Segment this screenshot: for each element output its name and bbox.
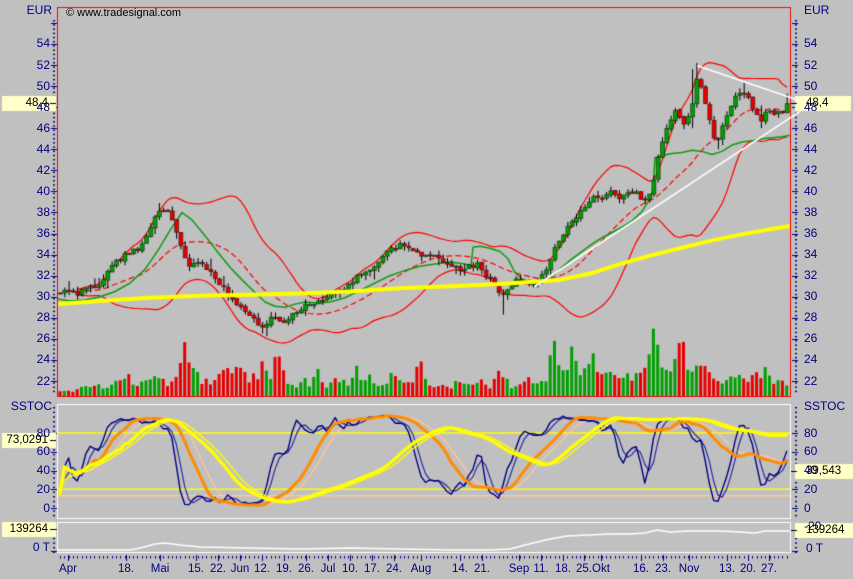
price-tick-label-left: 36 (0, 227, 50, 240)
sstoc-tick-label-right: 60 (804, 445, 817, 458)
volume-value-left: 139264 (2, 522, 48, 536)
price-tick-label-right: 42 (804, 164, 817, 177)
x-axis-label: 14. (452, 563, 468, 575)
price-tick-label-left: 32 (0, 269, 50, 282)
volume-zero-label-left: 0 T (0, 541, 50, 554)
x-axis-label: 12. (254, 563, 270, 575)
price-tick-label-right: 28 (804, 311, 817, 324)
sstoc-right-value: 39,543 (806, 464, 841, 478)
x-axis-label: 18. (118, 563, 134, 575)
price-tick-label-left: 50 (0, 80, 50, 93)
sstoc-tick-label-right: 20 (804, 483, 817, 496)
sstoc-tick-label-right: 0 (804, 502, 811, 515)
x-axis-label: 18. (555, 563, 571, 575)
price-tick-label-right: 50 (804, 80, 817, 93)
price-tick-label-right: 30 (804, 290, 817, 303)
price-tick-label-right: 40 (804, 185, 817, 198)
x-axis-label: 13. (719, 563, 735, 575)
x-axis-label: 21. (474, 563, 490, 575)
price-last-value-right: 48,4 (806, 96, 828, 110)
price-tick-label-left: 38 (0, 206, 50, 219)
price-tick-label-right: 26 (804, 332, 817, 345)
price-tick-label-right: 52 (804, 59, 817, 72)
x-axis-label: 16. (633, 563, 649, 575)
volume-zero-label-right: 0 T (806, 542, 823, 555)
x-axis-label: 19. (276, 563, 292, 575)
price-tick-label-left: 40 (0, 185, 50, 198)
sstoc-left-title: SSTOC (0, 399, 52, 413)
price-tick-label-right: 36 (804, 227, 817, 240)
price-tick-label-right: 32 (804, 269, 817, 282)
x-axis-label: 20. (740, 563, 756, 575)
x-axis-label: Nov (679, 563, 699, 575)
price-tick-label-right: 46 (804, 122, 817, 135)
price-tick-label-right: 22 (804, 375, 817, 388)
price-tick-label-right: 34 (804, 248, 817, 261)
x-axis-label: Jun (231, 563, 250, 575)
x-axis-label: 27. (761, 563, 777, 575)
price-last-value-left: 48,4 (2, 96, 48, 110)
price-panel[interactable] (57, 7, 791, 397)
x-axis-label: 25. (576, 563, 592, 575)
sstoc-panel[interactable] (57, 404, 791, 519)
x-axis-label: Sep (509, 563, 529, 575)
price-tick-label-left: 52 (0, 59, 50, 72)
sstoc-tick-label-left: 20 (0, 483, 50, 496)
x-axis-label: Jul (321, 563, 336, 575)
sstoc-right-title: SSTOC (804, 399, 845, 413)
right-axis-title: EUR (804, 3, 829, 17)
price-tick-label-left: 44 (0, 143, 50, 156)
price-tick-label-left: 54 (0, 37, 50, 50)
x-axis-label: 11. (533, 563, 548, 575)
price-tick-label-right: 54 (804, 37, 817, 50)
price-tick-label-left: 22 (0, 375, 50, 388)
x-axis-label: Okt (592, 563, 610, 575)
x-axis-label: 22. (210, 563, 226, 575)
x-axis-label: 10. (342, 563, 358, 575)
x-axis-label: 17. (364, 563, 380, 575)
price-tick-label-left: 34 (0, 248, 50, 261)
sstoc-tick-label-left: 40 (0, 464, 50, 477)
x-axis-label: Apr (59, 563, 77, 575)
price-tick-label-right: 44 (804, 143, 817, 156)
x-axis-label: 15. (188, 563, 204, 575)
volume-average-panel[interactable] (57, 522, 791, 553)
left-axis-title: EUR (0, 3, 52, 17)
price-tick-label-right: 38 (804, 206, 817, 219)
volume-value-right: 139264 (806, 523, 844, 537)
x-axis-label: 24. (386, 563, 402, 575)
tradesignal-chart-window: EUR EUR SSTOC SSTOC © www.tradesignal.co… (0, 0, 853, 579)
price-tick-label-left: 42 (0, 164, 50, 177)
price-tick-label-left: 26 (0, 332, 50, 345)
price-tick-label-left: 46 (0, 122, 50, 135)
price-tick-label-right: 24 (804, 353, 817, 366)
price-tick-label-left: 30 (0, 290, 50, 303)
sstoc-tick-label-left: 60 (0, 445, 50, 458)
price-tick-label-left: 28 (0, 311, 50, 324)
x-axis-label: 23. (655, 563, 671, 575)
x-axis-label: Mai (151, 563, 170, 575)
sstoc-left-value: 73,0291 (2, 433, 48, 447)
x-axis-label: Aug (411, 563, 431, 575)
price-tick-label-left: 24 (0, 353, 50, 366)
sstoc-tick-label-left: 0 (0, 502, 50, 515)
x-axis-label: 26. (298, 563, 314, 575)
sstoc-tick-label-right: 80 (804, 427, 817, 440)
